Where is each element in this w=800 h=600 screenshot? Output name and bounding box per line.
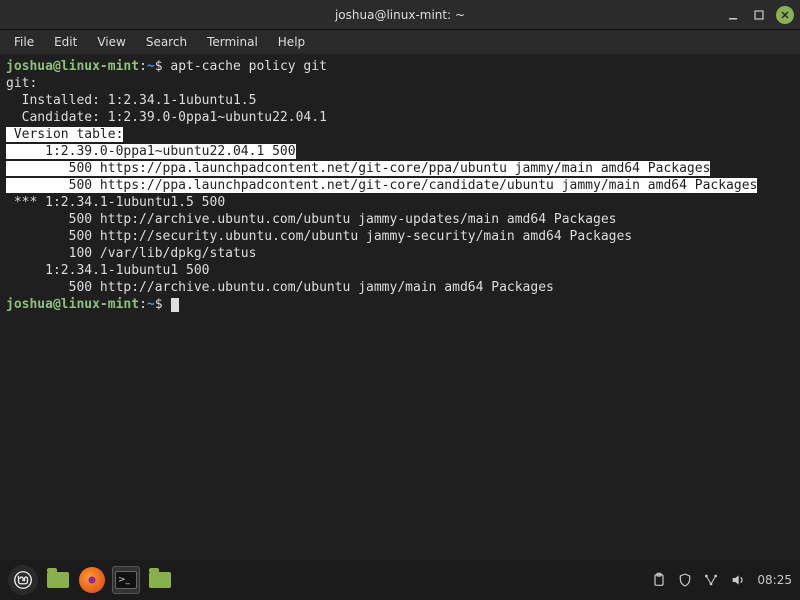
taskbar-left: >_: [8, 565, 174, 595]
menu-search[interactable]: Search: [136, 32, 197, 52]
output-line: git:: [6, 75, 794, 92]
terminal-window: joshua@linux-mint: ~ File Edit View Sear…: [0, 0, 800, 560]
window-title: joshua@linux-mint: ~: [335, 8, 465, 22]
highlighted-output: 500 https://ppa.launchpadcontent.net/git…: [6, 161, 710, 176]
maximize-button[interactable]: [750, 6, 768, 24]
output-line: 500 http://archive.ubuntu.com/ubuntu jam…: [6, 211, 794, 228]
output-line: 500 http://archive.ubuntu.com/ubuntu jam…: [6, 279, 794, 296]
cursor: [171, 298, 179, 312]
prompt-colon: :: [139, 297, 147, 312]
prompt-user: joshua@linux-mint: [6, 59, 139, 74]
terminal-area[interactable]: joshua@linux-mint:~$ apt-cache policy gi…: [0, 54, 800, 560]
shield-tray-icon[interactable]: [677, 572, 693, 588]
files-launcher[interactable]: [146, 566, 174, 594]
menu-file[interactable]: File: [4, 32, 44, 52]
output-line: Installed: 1:2.34.1-1ubuntu1.5: [6, 92, 794, 109]
minimize-button[interactable]: [724, 6, 742, 24]
highlighted-output: 500 https://ppa.launchpadcontent.net/git…: [6, 178, 757, 193]
prompt-user: joshua@linux-mint: [6, 297, 139, 312]
menubar: File Edit View Search Terminal Help: [0, 30, 800, 54]
close-icon: [780, 10, 790, 20]
maximize-icon: [753, 9, 765, 21]
output-line: 500 http://security.ubuntu.com/ubuntu ja…: [6, 228, 794, 245]
terminal-icon: >_: [115, 571, 137, 589]
clipboard-tray-icon[interactable]: [651, 572, 667, 588]
output-line: 100 /var/lib/dpkg/status: [6, 245, 794, 262]
highlighted-output: 1:2.39.0-0ppa1~ubuntu22.04.1 500: [6, 144, 296, 159]
firefox-launcher[interactable]: [78, 566, 106, 594]
clock[interactable]: 08:25: [757, 573, 792, 587]
prompt-path: ~: [147, 59, 155, 74]
menu-terminal[interactable]: Terminal: [197, 32, 268, 52]
window-controls: [724, 6, 794, 24]
close-button[interactable]: [776, 6, 794, 24]
taskbar-right: 08:25: [651, 572, 792, 588]
menu-edit[interactable]: Edit: [44, 32, 87, 52]
folder-icon: [149, 572, 171, 588]
output-line: 1:2.34.1-1ubuntu1 500: [6, 262, 794, 279]
minimize-icon: [727, 9, 739, 21]
prompt-dollar: $: [155, 59, 171, 74]
command-text: apt-cache policy git: [170, 59, 327, 74]
highlighted-output: Version table:: [6, 127, 123, 142]
prompt-dollar: $: [155, 297, 171, 312]
output-line: *** 1:2.34.1-1ubuntu1.5 500: [6, 194, 794, 211]
firefox-icon: [79, 567, 105, 593]
titlebar: joshua@linux-mint: ~: [0, 0, 800, 30]
mint-logo-icon: [14, 571, 32, 589]
network-tray-icon[interactable]: [703, 572, 719, 588]
desktop-icon: [47, 572, 69, 588]
volume-tray-icon[interactable]: [729, 572, 747, 588]
prompt-path: ~: [147, 297, 155, 312]
terminal-launcher[interactable]: >_: [112, 566, 140, 594]
menu-view[interactable]: View: [87, 32, 135, 52]
mint-menu-button[interactable]: [8, 565, 38, 595]
output-line: Candidate: 1:2.39.0-0ppa1~ubuntu22.04.1: [6, 109, 794, 126]
prompt-colon: :: [139, 59, 147, 74]
taskbar: >_ 08:25: [0, 560, 800, 600]
menu-help[interactable]: Help: [268, 32, 315, 52]
show-desktop-button[interactable]: [44, 566, 72, 594]
